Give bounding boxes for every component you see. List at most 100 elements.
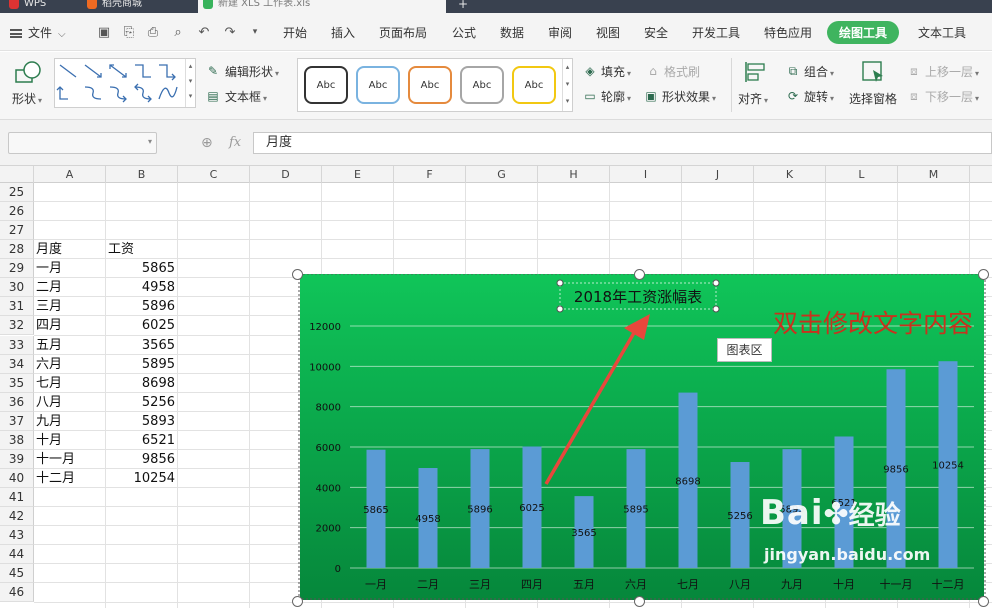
row-header-40[interactable]: 40 (0, 469, 34, 489)
fill-button[interactable]: ◈ 填充 ▾ (583, 63, 639, 79)
style-scroll-icon[interactable]: ▴ ▾ ▾ (562, 59, 572, 111)
cell-month[interactable]: 七月 (36, 374, 62, 393)
row-header-36[interactable]: 36 (0, 392, 34, 412)
tab-workbook[interactable]: 新建 XLS 工作表.xls (198, 0, 446, 13)
menu-formulas[interactable]: 公式 (452, 24, 476, 41)
row-header-46[interactable]: 46 (0, 583, 34, 603)
row-header-43[interactable]: 43 (0, 526, 34, 546)
cell-salary[interactable]: 5893 (106, 412, 175, 431)
selection-pane-button[interactable]: 选择窗格 (849, 60, 901, 110)
row-header-45[interactable]: 45 (0, 564, 34, 584)
cell-salary[interactable]: 10254 (106, 469, 175, 488)
tab-wps[interactable]: WPS (4, 0, 74, 13)
cell-month[interactable]: 六月 (36, 355, 62, 374)
row-header-28[interactable]: 28 (0, 240, 34, 260)
cell-salary[interactable]: 8698 (106, 374, 175, 393)
cell-month[interactable]: 五月 (36, 336, 62, 355)
cell-salary[interactable]: 9856 (106, 450, 175, 469)
align-button[interactable]: 对齐 ▾ (738, 60, 778, 110)
column-header-g[interactable]: G (466, 166, 538, 183)
shape-style-3[interactable]: Abc (408, 66, 452, 104)
outline-button[interactable]: ▭ 轮廓 ▾ (583, 88, 639, 104)
cell-month[interactable]: 十二月 (36, 469, 75, 488)
row-header-38[interactable]: 38 (0, 430, 34, 450)
row-header-33[interactable]: 33 (0, 335, 34, 355)
export-icon[interactable]: ⎘ (121, 25, 137, 40)
row-header-26[interactable]: 26 (0, 202, 34, 222)
cell-a28[interactable]: 月度 (36, 240, 62, 259)
redo-icon[interactable]: ↷ (222, 25, 238, 40)
cell-salary[interactable]: 6025 (106, 316, 175, 335)
cell-salary[interactable]: 6521 (106, 431, 175, 450)
shape-gallery[interactable]: ▴ ▾ ▾ (54, 58, 196, 108)
resize-handle-top[interactable] (634, 269, 645, 280)
row-header-30[interactable]: 30 (0, 278, 34, 298)
cell-month[interactable]: 十月 (36, 431, 62, 450)
shape-style-5[interactable]: Abc (512, 66, 556, 104)
cell-salary[interactable]: 5896 (106, 297, 175, 316)
shape-style-1[interactable]: Abc (304, 66, 348, 104)
column-header-i[interactable]: I (610, 166, 682, 183)
send-backward-button[interactable]: ⧈ 下移一层 ▾ (907, 88, 987, 104)
cell-salary[interactable]: 5865 (106, 259, 175, 278)
column-header-l[interactable]: L (826, 166, 898, 183)
row-header-41[interactable]: 41 (0, 488, 34, 508)
print-preview-icon[interactable]: ⌕ (170, 25, 186, 40)
cell-month[interactable]: 四月 (36, 316, 62, 335)
row-header-37[interactable]: 37 (0, 411, 34, 431)
group-button[interactable]: ⧉ 组合 ▾ (786, 63, 842, 79)
name-box[interactable]: ▾ (8, 132, 157, 154)
column-header-k[interactable]: K (754, 166, 826, 183)
row-header-25[interactable]: 25 (0, 183, 34, 202)
menu-text-tools[interactable]: 文本工具 (918, 24, 966, 41)
menu-data[interactable]: 数据 (500, 24, 524, 41)
column-header-a[interactable]: A (34, 166, 106, 183)
row-header-35[interactable]: 35 (0, 373, 34, 393)
new-tab-button[interactable]: + (452, 0, 476, 13)
column-header-e[interactable]: E (322, 166, 394, 183)
column-header-d[interactable]: D (250, 166, 322, 183)
menu-drawing-tools[interactable]: 绘图工具 (827, 21, 900, 44)
shape-style-4[interactable]: Abc (460, 66, 504, 104)
rotate-button[interactable]: ⟳ 旋转 ▾ (786, 88, 842, 104)
row-header-29[interactable]: 29 (0, 259, 34, 279)
select-all-corner[interactable] (0, 166, 34, 183)
row-header-32[interactable]: 32 (0, 316, 34, 336)
row-header-27[interactable]: 27 (0, 221, 34, 241)
column-header-h[interactable]: H (538, 166, 610, 183)
file-menu-button[interactable]: 文件 ⌵ (10, 24, 66, 40)
menu-review[interactable]: 审阅 (548, 24, 572, 41)
row-header-39[interactable]: 39 (0, 449, 34, 469)
cell-month[interactable]: 二月 (36, 278, 62, 297)
menu-security[interactable]: 安全 (644, 24, 668, 41)
format-brush-button[interactable]: ⌂ 格式刷 (646, 63, 706, 79)
row-header-42[interactable]: 42 (0, 507, 34, 527)
cell-month[interactable]: 一月 (36, 259, 62, 278)
undo-icon[interactable]: ↶ (196, 25, 212, 40)
shape-button[interactable]: 形状 ▾ (8, 58, 48, 110)
cell-b28[interactable]: 工资 (108, 240, 134, 259)
menu-developer[interactable]: 开发工具 (692, 24, 740, 41)
row-header-44[interactable]: 44 (0, 545, 34, 565)
edit-shape-button[interactable]: ✎ 编辑形状 ▾ (206, 63, 290, 79)
textbox-button[interactable]: ▤ 文本框 ▾ (206, 88, 286, 104)
cell-month[interactable]: 九月 (36, 412, 62, 431)
tab-store[interactable]: 稻壳商城 (82, 0, 192, 13)
resize-handle-bottom[interactable] (634, 596, 645, 607)
spreadsheet-grid[interactable]: ABCDEFGHIJKLM 25 26 27 28 29 30 31 32 33 34 35 36 37… (0, 166, 992, 608)
save-icon[interactable]: ▣ (96, 25, 112, 40)
column-header-c[interactable]: C (178, 166, 250, 183)
resize-handle-bottom-right[interactable] (978, 596, 989, 607)
zoom-icon[interactable]: ⊕ (201, 135, 213, 151)
customize-toolbar-icon[interactable]: ▾ (247, 25, 263, 40)
column-header-j[interactable]: J (682, 166, 754, 183)
fx-icon[interactable]: fx (229, 135, 241, 150)
cell-salary[interactable]: 3565 (106, 336, 175, 355)
menu-page-layout[interactable]: 页面布局 (379, 24, 427, 41)
bring-forward-button[interactable]: ⧈ 上移一层 ▾ (907, 63, 987, 79)
row-header-31[interactable]: 31 (0, 297, 34, 317)
cell-salary[interactable]: 5895 (106, 355, 175, 374)
cell-salary[interactable]: 5256 (106, 393, 175, 412)
row-header-34[interactable]: 34 (0, 354, 34, 374)
column-header-f[interactable]: F (394, 166, 466, 183)
